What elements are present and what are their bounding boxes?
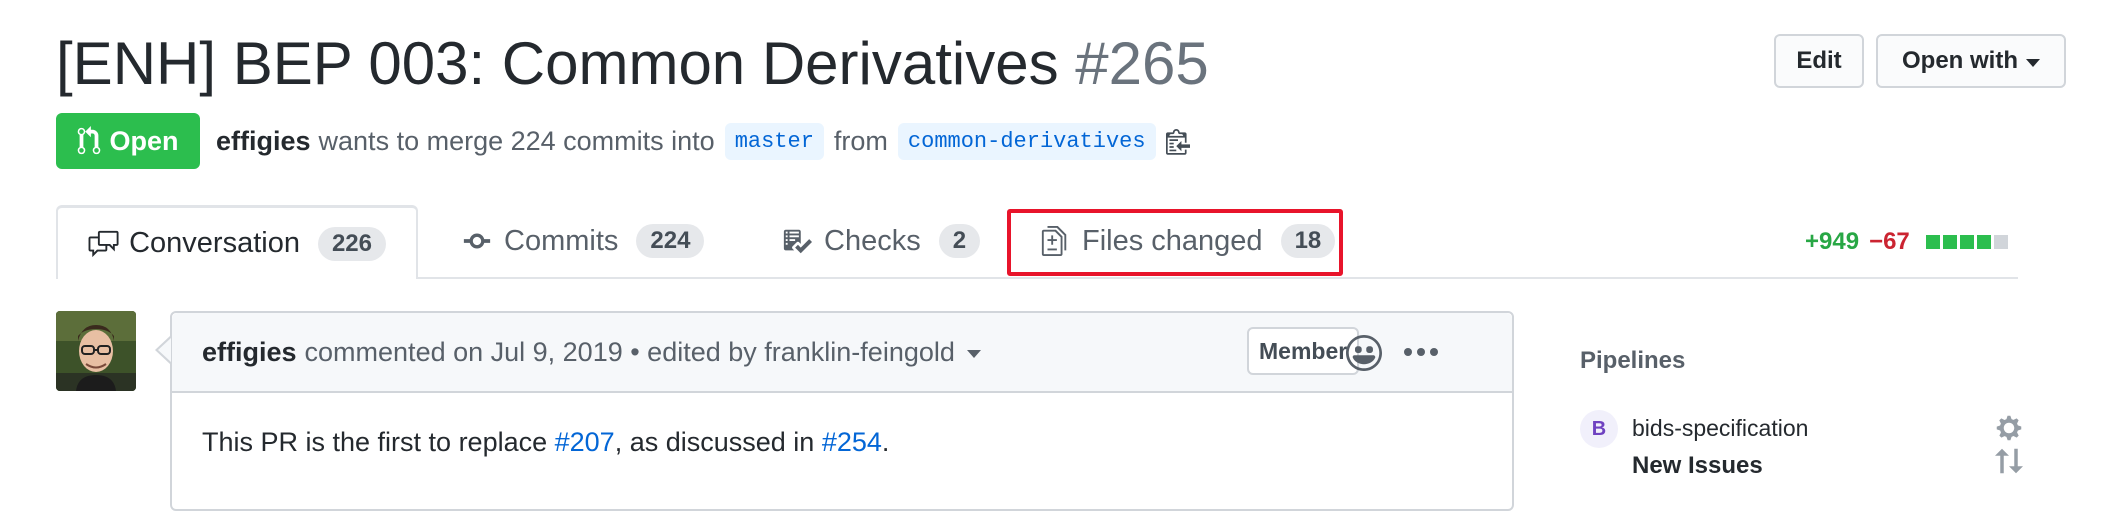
diffstat-block-add [1976,235,1991,249]
comment-body-suffix: . [881,427,890,457]
tab-checks-count: 2 [938,224,981,258]
user-avatar-image [56,311,136,391]
tab-conversation[interactable]: Conversation 226 [56,205,418,279]
tab-conversation-label: Conversation [129,227,300,259]
diffstat-block-add [1942,235,1957,249]
member-badge: Member [1247,327,1360,375]
issue-link-207[interactable]: #207 [555,427,615,457]
avatar[interactable] [56,311,136,391]
comment-body: This PR is the first to replace #207, as… [172,393,1512,458]
diffstat-additions: +949 [1805,228,1860,255]
git-pull-request-icon [78,126,101,155]
tab-commits-count: 224 [636,224,705,258]
files-changed-highlight-box [1007,209,1343,276]
pipeline-status[interactable]: New Issues [1632,452,1763,480]
pr-number: #265 [1075,30,1209,97]
comment-action: commented on Jul 9, 2019 • edited by fra… [304,336,955,367]
pr-author-link[interactable]: effigies [216,126,311,157]
checklist-icon [783,229,812,254]
tab-commits-label: Commits [504,224,619,257]
diffstat-blocks [1925,235,2008,249]
base-branch[interactable]: master [724,122,824,160]
smiley-icon[interactable] [1346,335,1382,371]
diffstat: +949 −67 [1805,228,2008,256]
edit-button[interactable]: Edit [1774,34,1864,88]
edit-button-label: Edit [1796,47,1842,74]
diffstat-block-neutral [1993,235,2008,249]
pr-title: [ENH] BEP 003: Common Derivatives #265 [56,28,1209,100]
merge-text: wants to merge 224 commits into [318,125,715,156]
chevron-down-icon [2026,58,2040,67]
comment-header: effigies commented on Jul 9, 2019 • edit… [172,313,1512,393]
open-with-label: Open with [1902,47,2018,74]
comment-pointer-fill [158,338,171,362]
clippy-icon[interactable] [1165,126,1190,156]
pr-title-text: [ENH] BEP 003: Common Derivatives [56,30,1059,97]
arrow-switch-icon[interactable] [1995,446,2023,476]
comment-body-middle: , as discussed in [614,427,822,457]
open-with-button[interactable]: Open with [1876,34,2066,88]
git-commit-icon [463,233,491,249]
gear-icon[interactable] [1995,414,2023,442]
edit-history-chevron-icon[interactable] [966,349,981,358]
pipeline-badge: B [1580,410,1618,448]
pr-state-label: Open [109,125,179,156]
head-branch[interactable]: common-derivatives [897,122,1156,160]
pr-state-badge: Open [56,113,200,169]
pr-merge-info: effigies wants to merge 224 commits into… [216,118,1190,164]
comment-box: effigies commented on Jul 9, 2019 • edit… [170,311,1514,511]
comment-discussion-icon [88,230,119,257]
tab-conversation-count: 226 [317,226,386,261]
pipeline-repo[interactable]: bids-specification [1632,415,1808,442]
diffstat-block-add [1925,235,1940,249]
pipelines-title: Pipelines [1580,347,1686,374]
comment-author[interactable]: effigies [202,337,297,368]
issue-link-254[interactable]: #254 [822,427,882,457]
tab-checks[interactable]: Checks 2 [780,205,981,277]
from-text: from [833,125,888,156]
kebab-horizontal-icon[interactable] [1402,341,1440,363]
diffstat-block-add [1959,235,1974,249]
comment-body-prefix: This PR is the first to replace [202,427,555,457]
tab-commits[interactable]: Commits 224 [460,205,705,277]
diffstat-deletions: −67 [1869,228,1910,255]
tab-checks-label: Checks [824,224,921,257]
